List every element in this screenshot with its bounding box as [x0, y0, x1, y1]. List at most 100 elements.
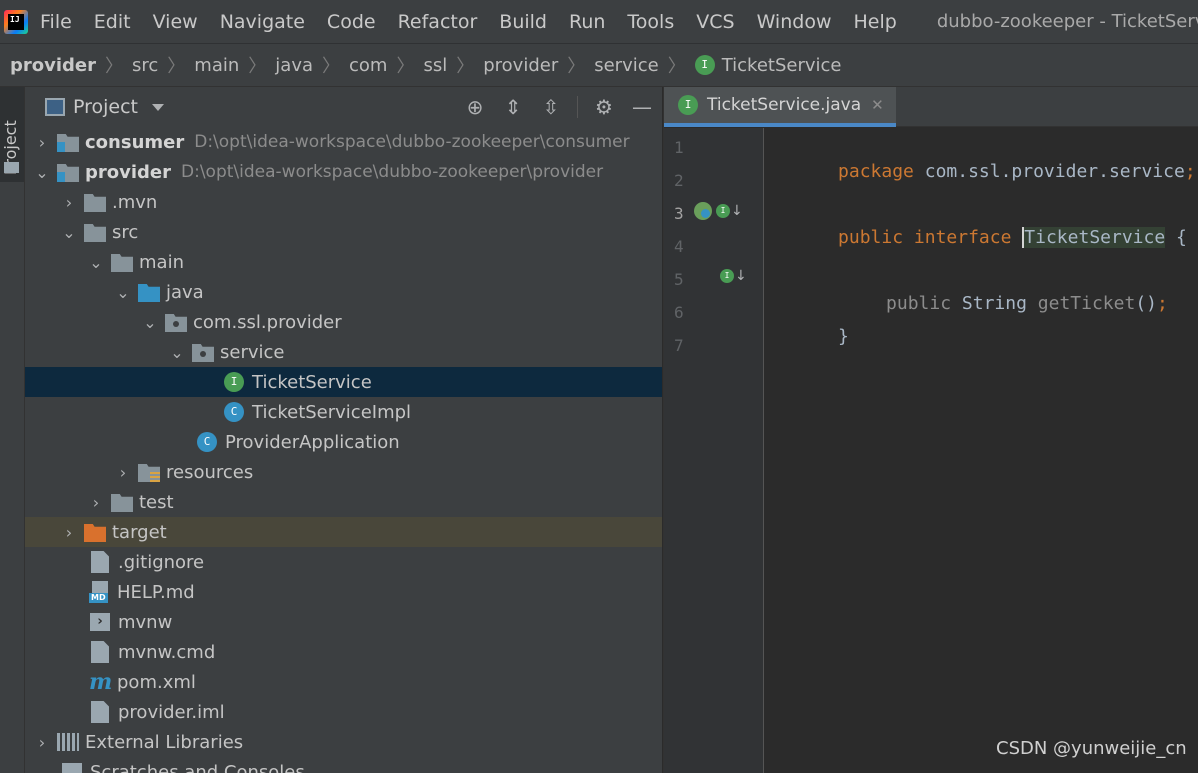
breadcrumb-separator: 〉 [167, 56, 186, 77]
tree-node-mvnw[interactable]: › mvnw [25, 607, 662, 637]
breadcrumb-separator: 〉 [396, 56, 415, 77]
arrow-down-icon: ↓ [735, 268, 747, 284]
chevron-down-icon[interactable]: ⌄ [60, 223, 78, 242]
folder-icon [4, 162, 19, 173]
tree-node-mvnw-cmd[interactable]: mvnw.cmd [25, 637, 662, 667]
tree-node-label: mvnw [118, 611, 173, 633]
tree-node-label: .mvn [112, 191, 158, 213]
chevron-right-icon[interactable]: › [33, 133, 51, 152]
code-line-6: } [773, 298, 849, 347]
tree-node-label: mvnw.cmd [118, 641, 216, 663]
menu-refactor[interactable]: Refactor [398, 11, 478, 33]
menu-build[interactable]: Build [499, 11, 547, 33]
chevron-down-icon[interactable]: ⌄ [87, 253, 105, 272]
editor-tab-bar: I TicketService.java ✕ [664, 87, 1198, 127]
menu-window[interactable]: Window [757, 11, 832, 33]
tree-node-gitignore[interactable]: .gitignore [25, 547, 662, 577]
tree-node-label: java [166, 281, 204, 303]
package-name: com.ssl.provider.service [913, 161, 1185, 182]
line-number: 3 [674, 204, 684, 223]
tree-node-ticketservice[interactable]: I TicketService [25, 367, 662, 397]
tree-node-consumer[interactable]: › consumer D:\opt\idea-workspace\dubbo-z… [25, 127, 662, 157]
tree-node-providerapplication[interactable]: C ProviderApplication [25, 427, 662, 457]
chevron-down-icon[interactable]: ⌄ [141, 313, 159, 332]
tree-node-src[interactable]: ⌄ src [25, 217, 662, 247]
menu-bar: IJ File Edit View Navigate Code Refactor… [0, 0, 1198, 43]
semicolon: ; [1184, 161, 1196, 182]
project-panel-title[interactable]: Project [73, 96, 138, 118]
hide-panel-icon[interactable]: — [630, 95, 654, 119]
semicolon: ; [1157, 293, 1168, 314]
chevron-down-icon[interactable] [152, 103, 165, 111]
project-tool-window-tab[interactable]: Project [0, 87, 24, 182]
tree-node-package-service[interactable]: ⌄ service [25, 337, 662, 367]
chevron-right-icon[interactable]: › [60, 523, 78, 542]
chevron-right-icon[interactable]: › [114, 463, 132, 482]
terminal-icon: › [90, 613, 110, 631]
tree-node-target[interactable]: › target [25, 517, 662, 547]
tree-node-label: src [112, 221, 139, 243]
maven-icon: m [89, 669, 113, 695]
collapse-all-icon[interactable]: ⇳ [539, 95, 563, 119]
chevron-right-icon[interactable]: › [60, 193, 78, 212]
breadcrumb-item[interactable]: provider [10, 55, 96, 76]
line-number: 2 [674, 171, 684, 190]
expand-all-icon[interactable]: ⇕ [501, 95, 525, 119]
spring-boot-icon: C [197, 432, 217, 452]
implemented-method-icon[interactable]: I [720, 269, 734, 283]
menu-navigate[interactable]: Navigate [220, 11, 305, 33]
menu-help[interactable]: Help [853, 11, 896, 33]
chevron-right-icon[interactable]: › [87, 493, 105, 512]
breadcrumb-item[interactable]: provider [483, 55, 558, 76]
breadcrumb-item[interactable]: ssl [423, 55, 447, 76]
tree-node-provider[interactable]: ⌄ provider D:\opt\idea-workspace\dubbo-z… [25, 157, 662, 187]
breadcrumb-item[interactable]: com [349, 55, 387, 76]
breadcrumb-item[interactable]: main [194, 55, 239, 76]
editor-tab-ticketservice[interactable]: I TicketService.java ✕ [664, 87, 896, 127]
tree-node-provider-iml[interactable]: provider.iml [25, 697, 662, 727]
resources-folder-icon [138, 464, 160, 482]
chevron-down-icon[interactable]: ⌄ [33, 163, 51, 182]
breadcrumb-item[interactable]: src [132, 55, 158, 76]
breadcrumb: provider 〉 src 〉 main 〉 java 〉 com 〉 ssl… [0, 43, 1198, 87]
locate-file-icon[interactable]: ⊕ [463, 95, 487, 119]
breadcrumb-item[interactable]: java [275, 55, 313, 76]
tree-node-java[interactable]: ⌄ java [25, 277, 662, 307]
interface-icon: I [224, 372, 244, 392]
spring-bean-icon[interactable] [694, 202, 712, 220]
menu-edit[interactable]: Edit [94, 11, 131, 33]
implemented-interface-icon[interactable]: I [716, 204, 730, 218]
chevron-down-icon[interactable]: ⌄ [168, 343, 186, 362]
tree-node-external-libraries[interactable]: › External Libraries [25, 727, 662, 757]
tree-node-label: TicketServiceImpl [252, 401, 412, 423]
tree-node-pom-xml[interactable]: m pom.xml [25, 667, 662, 697]
keyword: public [838, 227, 904, 248]
menu-code[interactable]: Code [327, 11, 376, 33]
tree-node-help-md[interactable]: MD HELP.md [25, 577, 662, 607]
tree-node-scratches[interactable]: Scratches and Consoles [25, 757, 662, 773]
line-number: 5 [674, 270, 684, 289]
tree-node-label: com.ssl.provider [193, 311, 342, 333]
menu-file[interactable]: File [40, 11, 72, 33]
tree-node-resources[interactable]: › resources [25, 457, 662, 487]
editor-gutter[interactable]: 1 2 3 4 5 6 7 I ↓ I ↓ [664, 128, 764, 773]
tree-node-test[interactable]: › test [25, 487, 662, 517]
close-icon[interactable]: ✕ [871, 96, 884, 114]
chevron-right-icon[interactable]: › [33, 733, 51, 752]
menu-run[interactable]: Run [569, 11, 605, 33]
breadcrumb-current[interactable]: TicketService [722, 55, 842, 76]
menu-vcs[interactable]: VCS [696, 11, 734, 33]
breadcrumb-item[interactable]: service [594, 55, 658, 76]
left-tool-strip: Project [0, 87, 25, 773]
menu-view[interactable]: View [153, 11, 198, 33]
tree-node-package-com-ssl-provider[interactable]: ⌄ com.ssl.provider [25, 307, 662, 337]
gear-icon[interactable]: ⚙ [592, 95, 616, 119]
chevron-down-icon[interactable]: ⌄ [114, 283, 132, 302]
breadcrumb-separator: 〉 [248, 56, 267, 77]
arrow-down-icon: ↓ [731, 203, 743, 219]
menu-tools[interactable]: Tools [627, 11, 674, 33]
tree-node-main[interactable]: ⌄ main [25, 247, 662, 277]
tree-node-mvn[interactable]: › .mvn [25, 187, 662, 217]
tree-node-ticketserviceimpl[interactable]: C TicketServiceImpl [25, 397, 662, 427]
code-editor: I TicketService.java ✕ 1 2 3 4 5 6 7 I ↓… [663, 87, 1198, 773]
